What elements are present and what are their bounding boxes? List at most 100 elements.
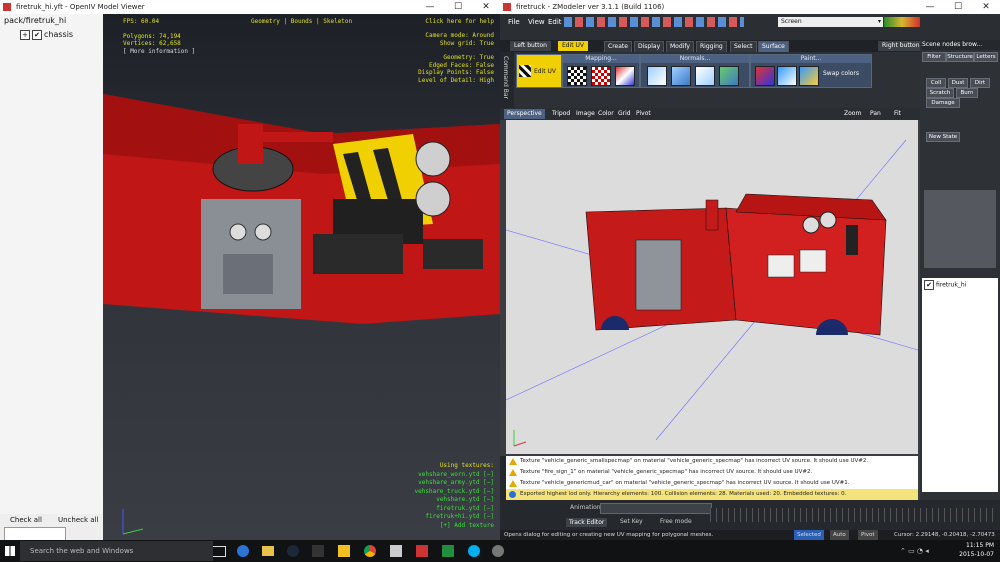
taskbar-search[interactable]: Search the web and Windows (20, 541, 213, 561)
windows-start-icon[interactable] (5, 546, 15, 556)
openiv-3d-viewport[interactable]: FPS: 60.04 Polygons: 74,194 Vertices: 62… (103, 14, 500, 540)
steam-icon[interactable] (287, 545, 299, 557)
edit-uv-button[interactable]: Edit UV (516, 54, 562, 88)
animation-select[interactable] (600, 503, 712, 514)
openiv-task-icon[interactable] (390, 545, 402, 557)
new-state-button[interactable]: New State (926, 132, 960, 142)
left-button-select[interactable]: Left button (510, 41, 551, 51)
paint-brush-icon[interactable] (755, 66, 775, 86)
texture-item[interactable]: vehshare_worn.ytd [−] (415, 471, 494, 480)
check-all-button[interactable]: Check all (10, 516, 42, 524)
burn-button[interactable]: Burn (956, 88, 978, 98)
normals-flip-icon[interactable] (719, 66, 739, 86)
rockstar-icon[interactable] (338, 545, 350, 557)
minimize-icon[interactable]: — (916, 0, 944, 14)
tab-letters[interactable]: Letters (974, 52, 998, 62)
menu-view[interactable]: View (528, 18, 545, 26)
dust-button[interactable]: Dust (948, 78, 968, 88)
xyz-axis-buttons[interactable] (884, 17, 920, 27)
zmodeler-3d-viewport[interactable] (506, 120, 918, 454)
paint-pick-icon[interactable] (799, 66, 819, 86)
selected-badge[interactable]: Selected (794, 530, 824, 540)
maximize-icon[interactable]: ☐ (944, 0, 972, 14)
clock-time[interactable]: 11:15 PM (958, 542, 994, 549)
viewport-image[interactable]: Image (576, 108, 595, 120)
explorer-icon[interactable] (262, 546, 274, 556)
dirt-button[interactable]: Dirt (970, 78, 990, 88)
chrome-icon[interactable] (364, 545, 376, 557)
openiv-titlebar[interactable]: firetruk_hi.yft - OpenIV Model Viewer — … (0, 0, 500, 14)
log-line[interactable]: Texture "fire_sign_1" on material "vehic… (506, 467, 918, 478)
pan-button[interactable]: Pan (870, 108, 881, 120)
hud-edged-faces[interactable]: Edged Faces: False (418, 62, 494, 70)
tray-icons[interactable]: ⌃ ▭ ◔ ◂ (900, 546, 940, 556)
coll-button[interactable]: Coll (926, 78, 946, 88)
normals-smooth-icon[interactable] (647, 66, 667, 86)
viewport-pivot[interactable]: Pivot (636, 108, 651, 120)
toolbar-icons[interactable] (564, 17, 744, 27)
checkbox-icon[interactable]: ✔ (924, 280, 934, 290)
mapping-planar-icon[interactable] (567, 66, 587, 86)
menu-file[interactable]: File (508, 18, 520, 26)
log-line[interactable]: Texture "vehicle_genericmud_car" on mate… (506, 478, 918, 489)
uncheck-all-button[interactable]: Uncheck all (58, 516, 98, 524)
mapping-box-icon[interactable] (591, 66, 611, 86)
texture-item[interactable]: vehshare_truck.ytd [−] (415, 488, 494, 497)
mini-window-thumb[interactable] (4, 527, 66, 541)
mapping-cylinder-icon[interactable] (615, 66, 635, 86)
texture-item[interactable]: vehshare.ytd [−] (415, 496, 494, 505)
add-texture-button[interactable]: [+] Add texture (415, 522, 494, 531)
normals-flat-icon[interactable] (671, 66, 691, 86)
free-mode-button[interactable]: Free mode (660, 518, 692, 525)
zmodeler-titlebar[interactable]: firetruck - ZModeler ver 3.1.1 (Build 11… (500, 0, 1000, 14)
tab-structure[interactable]: Structure (946, 52, 974, 62)
more-info-link[interactable]: [ More information ] (123, 48, 195, 56)
texture-item[interactable]: firetruk.ytd [−] (415, 505, 494, 514)
right-button-select[interactable]: Right button (878, 41, 924, 51)
timeline[interactable] (710, 508, 998, 522)
hud-display-points[interactable]: Display Points: False (418, 69, 494, 77)
maximize-icon[interactable]: ☐ (444, 0, 472, 14)
hud-geometry[interactable]: Geometry: True (418, 54, 494, 62)
normals-recalc-icon[interactable] (695, 66, 715, 86)
tab-filter[interactable]: Filter (922, 52, 946, 62)
hud-show-grid[interactable]: Show grid: True (418, 40, 494, 48)
texture-item[interactable]: firetruk+hi.ytd [−] (415, 513, 494, 522)
hud-help[interactable]: Click here for help (425, 18, 494, 26)
scratch-button[interactable]: Scratch (926, 88, 954, 98)
clock-date[interactable]: 2015-10-07 (958, 551, 994, 558)
task-view-icon[interactable] (212, 546, 226, 557)
damage-dropdown[interactable]: Damage (926, 98, 960, 108)
viewport-tripod[interactable]: Tripod (552, 108, 570, 120)
pivot-toggle[interactable]: Pivot (858, 530, 878, 540)
store-icon[interactable] (312, 545, 324, 557)
zoom-button[interactable]: Zoom (844, 108, 861, 120)
menu-edit[interactable]: Edit (548, 18, 562, 26)
edit-uv-chip[interactable]: Edit UV (558, 41, 589, 51)
expand-icon[interactable]: + (20, 29, 30, 40)
tree-item-pack[interactable]: pack/firetruk_hi (0, 14, 103, 28)
auto-toggle[interactable]: Auto (830, 530, 849, 540)
hud-tabs[interactable]: Geometry | Bounds | Skeleton (251, 18, 352, 26)
hud-camera-mode[interactable]: Camera mode: Around (418, 32, 494, 40)
log-line-selected[interactable]: Exported highest lod only. Hierarchy ele… (506, 489, 918, 500)
viewport-color[interactable]: Color (598, 108, 614, 120)
scene-item-firetruk[interactable]: ✔ firetruk_hi (922, 278, 998, 292)
minimize-icon[interactable]: — (416, 0, 444, 14)
close-icon[interactable]: ✕ (472, 0, 500, 14)
close-icon[interactable]: ✕ (972, 0, 1000, 14)
viewport-grid[interactable]: Grid (618, 108, 631, 120)
track-editor-button[interactable]: Track Editor (566, 518, 608, 527)
zmodeler-task-icon[interactable] (416, 545, 428, 557)
misc-app-icon[interactable] (492, 545, 504, 557)
swap-colors-button[interactable]: Swap colors (823, 70, 859, 77)
fit-button[interactable]: Fit (894, 108, 901, 120)
viewport-perspective[interactable]: Perspective (504, 109, 545, 119)
paint-fill-icon[interactable] (777, 66, 797, 86)
screen-select[interactable]: Screen ▾ (778, 17, 883, 27)
hud-lod[interactable]: Level of Detail: High (418, 77, 494, 85)
app-icon[interactable] (442, 545, 454, 557)
tree-item-chassis[interactable]: + ✔ chassis (0, 28, 103, 42)
texture-item[interactable]: vehshare_army.ytd [−] (415, 479, 494, 488)
log-line[interactable]: Texture "vehicle_generic_smallspecmap" o… (506, 456, 918, 467)
